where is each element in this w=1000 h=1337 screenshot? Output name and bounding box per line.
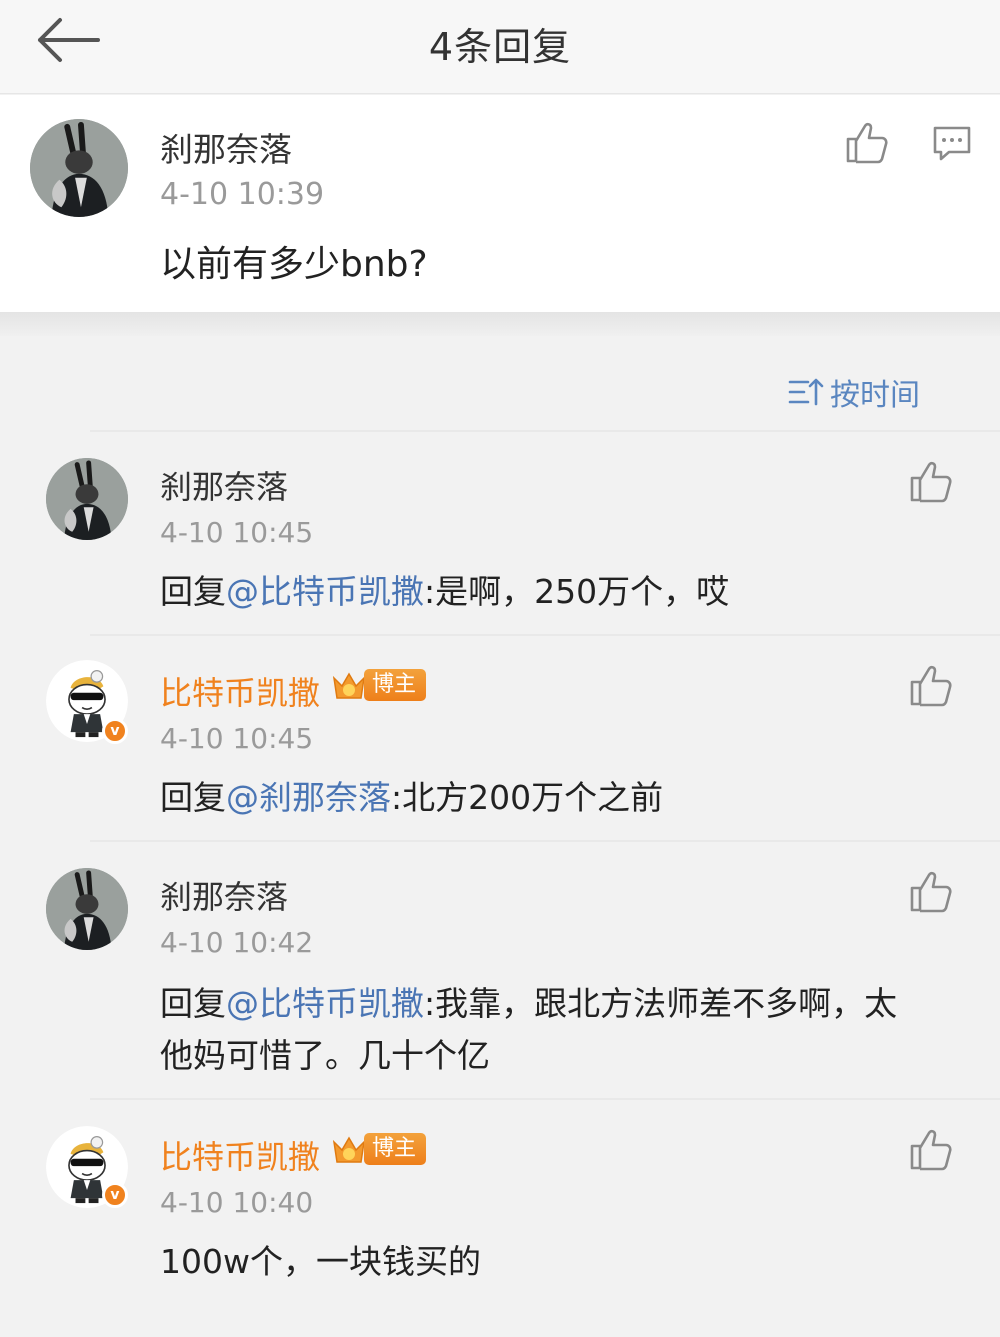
- comment-text: 以前有多少bnb?: [160, 244, 428, 285]
- reply-body: :北方200万个之前: [391, 778, 664, 817]
- reply-prefix: 回复: [160, 778, 226, 817]
- page-title: 4条回复: [428, 25, 572, 69]
- verified-icon: v: [102, 718, 128, 744]
- crown-icon: [332, 672, 366, 699]
- avatar[interactable]: [30, 119, 128, 217]
- reply-text: 回复@刹那奈落:北方200万个之前: [160, 772, 663, 824]
- reply-time: 4-10 10:40: [160, 1186, 314, 1219]
- reply-prefix: 回复: [160, 572, 226, 611]
- thumbs-up-icon[interactable]: [908, 458, 954, 504]
- thumbs-up-icon[interactable]: [908, 662, 954, 708]
- verified-icon: v: [102, 1182, 128, 1208]
- thumbs-up-icon[interactable]: [908, 1126, 954, 1172]
- reply-author[interactable]: 刹那奈落: [160, 462, 288, 508]
- thumbs-up-icon[interactable]: [844, 119, 890, 165]
- reply-body-line2: 他妈可惜了。几十个亿: [160, 1036, 490, 1075]
- reply-text: 回复@比特币凯撒:是啊，250万个，哎: [160, 566, 729, 618]
- reply-author[interactable]: 刹那奈落: [160, 872, 288, 918]
- mention-link[interactable]: @比特币凯撒: [226, 572, 424, 611]
- avatar[interactable]: [46, 458, 128, 540]
- reply-text: 回复@比特币凯撒:我靠，跟北方法师差不多啊，太 他妈可惜了。几十个亿: [160, 978, 960, 1082]
- mention-link[interactable]: @比特币凯撒: [226, 984, 424, 1023]
- divider: [90, 430, 1000, 432]
- divider: [90, 840, 1000, 842]
- main-comment: 刹那奈落 4-10 10:39 以前有多少bnb?: [0, 95, 1000, 313]
- reply-text: 100w个，一块钱买的: [160, 1242, 481, 1281]
- avatar[interactable]: [46, 868, 128, 950]
- reply-time: 4-10 10:42: [160, 926, 314, 959]
- thumbs-up-icon[interactable]: [908, 868, 954, 914]
- blogger-badge: 博主: [330, 666, 427, 704]
- comment-author[interactable]: 刹那奈落: [160, 123, 292, 171]
- top-bar: 4条回复: [0, 0, 1000, 94]
- reply-time: 4-10 10:45: [160, 516, 314, 549]
- badge-label: 博主: [364, 1133, 427, 1165]
- reply-author[interactable]: 比特币凯撒: [160, 1132, 320, 1178]
- mention-link[interactable]: @刹那奈落: [226, 778, 391, 817]
- comment-icon[interactable]: [930, 121, 976, 167]
- sort-label: 按时间: [830, 378, 920, 413]
- blogger-badge: 博主: [330, 1130, 427, 1168]
- sort-icon: [788, 378, 824, 406]
- reply-body: :是啊，250万个，哎: [424, 572, 730, 611]
- divider: [90, 1098, 1000, 1100]
- reply-time: 4-10 10:45: [160, 722, 314, 755]
- badge-label: 博主: [364, 669, 427, 701]
- comment-time: 4-10 10:39: [160, 177, 325, 212]
- reply-prefix: 回复: [160, 984, 226, 1023]
- sort-button[interactable]: 按时间: [788, 372, 920, 413]
- reply-body: :我靠，跟北方法师差不多啊，太: [424, 984, 898, 1023]
- divider: [90, 634, 1000, 636]
- crown-icon: [332, 1136, 366, 1163]
- reply-author[interactable]: 比特币凯撒: [160, 668, 320, 714]
- section-divider: [0, 312, 1000, 336]
